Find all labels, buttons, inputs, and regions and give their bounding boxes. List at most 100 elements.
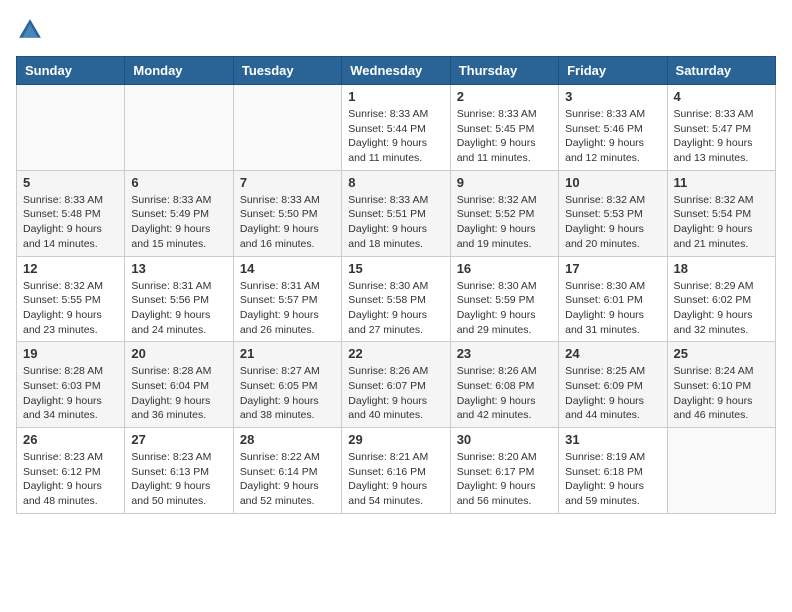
- calendar-cell: 11 Sunrise: 8:32 AM Sunset: 5:54 PM Dayli…: [667, 170, 775, 256]
- cell-sun-info: Sunrise: 8:23 AM Sunset: 6:12 PM Dayligh…: [23, 450, 118, 509]
- day-number: 31: [565, 432, 660, 447]
- day-header-saturday: Saturday: [667, 57, 775, 85]
- calendar-cell: 5 Sunrise: 8:33 AM Sunset: 5:48 PM Daylig…: [17, 170, 125, 256]
- day-number: 29: [348, 432, 443, 447]
- day-number: 20: [131, 346, 226, 361]
- calendar-cell: 17Sunrise: 8:30 AM Sunset: 6:01 PM Dayli…: [559, 256, 667, 342]
- cell-sun-info: Sunrise: 8:32 AM Sunset: 5:53 PM Dayligh…: [565, 193, 660, 252]
- cell-sun-info: Sunrise: 8:28 AM Sunset: 6:04 PM Dayligh…: [131, 364, 226, 423]
- cell-sun-info: Sunrise: 8:25 AM Sunset: 6:09 PM Dayligh…: [565, 364, 660, 423]
- day-number: 17: [565, 261, 660, 276]
- logo: [16, 16, 48, 44]
- day-number: 22: [348, 346, 443, 361]
- day-header-thursday: Thursday: [450, 57, 558, 85]
- cell-sun-info: Sunrise: 8:33 AM Sunset: 5:49 PM Dayligh…: [131, 193, 226, 252]
- day-number: 9: [457, 175, 552, 190]
- day-header-wednesday: Wednesday: [342, 57, 450, 85]
- calendar-cell: 1 Sunrise: 8:33 AM Sunset: 5:44 PM Daylig…: [342, 85, 450, 171]
- calendar-cell: 31Sunrise: 8:19 AM Sunset: 6:18 PM Dayli…: [559, 428, 667, 514]
- calendar-cell: 3 Sunrise: 8:33 AM Sunset: 5:46 PM Daylig…: [559, 85, 667, 171]
- day-header-friday: Friday: [559, 57, 667, 85]
- cell-sun-info: Sunrise: 8:30 AM Sunset: 5:59 PM Dayligh…: [457, 279, 552, 338]
- calendar-cell: [17, 85, 125, 171]
- day-number: 18: [674, 261, 769, 276]
- calendar-cell: 28 Sunrise: 8:22 AM Sunset: 6:14 PM Dayli…: [233, 428, 341, 514]
- cell-sun-info: Sunrise: 8:24 AM Sunset: 6:10 PM Dayligh…: [674, 364, 769, 423]
- day-number: 14: [240, 261, 335, 276]
- calendar-cell: 6 Sunrise: 8:33 AM Sunset: 5:49 PM Daylig…: [125, 170, 233, 256]
- page-header: [16, 16, 776, 44]
- day-number: 8: [348, 175, 443, 190]
- cell-sun-info: Sunrise: 8:32 AM Sunset: 5:54 PM Dayligh…: [674, 193, 769, 252]
- calendar-cell: 29 Sunrise: 8:21 AM Sunset: 6:16 PM Dayli…: [342, 428, 450, 514]
- calendar-cell: 20 Sunrise: 8:28 AM Sunset: 6:04 PM Dayli…: [125, 342, 233, 428]
- calendar-cell: 19 Sunrise: 8:28 AM Sunset: 6:03 PM Dayli…: [17, 342, 125, 428]
- calendar-cell: 15 Sunrise: 8:30 AM Sunset: 5:58 PM Dayli…: [342, 256, 450, 342]
- calendar-cell: [667, 428, 775, 514]
- cell-sun-info: Sunrise: 8:30 AM Sunset: 5:58 PM Dayligh…: [348, 279, 443, 338]
- calendar-cell: 12 Sunrise: 8:32 AM Sunset: 5:55 PM Dayli…: [17, 256, 125, 342]
- day-number: 27: [131, 432, 226, 447]
- day-header-tuesday: Tuesday: [233, 57, 341, 85]
- day-number: 15: [348, 261, 443, 276]
- calendar-cell: [233, 85, 341, 171]
- cell-sun-info: Sunrise: 8:21 AM Sunset: 6:16 PM Dayligh…: [348, 450, 443, 509]
- calendar-cell: 30 Sunrise: 8:20 AM Sunset: 6:17 PM Dayli…: [450, 428, 558, 514]
- calendar-cell: 4 Sunrise: 8:33 AM Sunset: 5:47 PM Daylig…: [667, 85, 775, 171]
- calendar-cell: 13 Sunrise: 8:31 AM Sunset: 5:56 PM Dayli…: [125, 256, 233, 342]
- calendar-cell: 22 Sunrise: 8:26 AM Sunset: 6:07 PM Dayli…: [342, 342, 450, 428]
- day-number: 5: [23, 175, 118, 190]
- week-row-5: 26 Sunrise: 8:23 AM Sunset: 6:12 PM Dayli…: [17, 428, 776, 514]
- day-number: 4: [674, 89, 769, 104]
- calendar-table: SundayMondayTuesdayWednesdayThursdayFrid…: [16, 56, 776, 514]
- cell-sun-info: Sunrise: 8:33 AM Sunset: 5:47 PM Dayligh…: [674, 107, 769, 166]
- cell-sun-info: Sunrise: 8:28 AM Sunset: 6:03 PM Dayligh…: [23, 364, 118, 423]
- day-number: 30: [457, 432, 552, 447]
- cell-sun-info: Sunrise: 8:33 AM Sunset: 5:45 PM Dayligh…: [457, 107, 552, 166]
- cell-sun-info: Sunrise: 8:23 AM Sunset: 6:13 PM Dayligh…: [131, 450, 226, 509]
- day-number: 13: [131, 261, 226, 276]
- day-number: 10: [565, 175, 660, 190]
- calendar-cell: 2Sunrise: 8:33 AM Sunset: 5:45 PM Daylig…: [450, 85, 558, 171]
- cell-sun-info: Sunrise: 8:27 AM Sunset: 6:05 PM Dayligh…: [240, 364, 335, 423]
- calendar-cell: 8 Sunrise: 8:33 AM Sunset: 5:51 PM Daylig…: [342, 170, 450, 256]
- day-number: 26: [23, 432, 118, 447]
- cell-sun-info: Sunrise: 8:26 AM Sunset: 6:07 PM Dayligh…: [348, 364, 443, 423]
- calendar-cell: 26 Sunrise: 8:23 AM Sunset: 6:12 PM Dayli…: [17, 428, 125, 514]
- cell-sun-info: Sunrise: 8:32 AM Sunset: 5:52 PM Dayligh…: [457, 193, 552, 252]
- week-row-1: 1 Sunrise: 8:33 AM Sunset: 5:44 PM Daylig…: [17, 85, 776, 171]
- day-number: 11: [674, 175, 769, 190]
- day-number: 6: [131, 175, 226, 190]
- cell-sun-info: Sunrise: 8:26 AM Sunset: 6:08 PM Dayligh…: [457, 364, 552, 423]
- day-number: 19: [23, 346, 118, 361]
- day-number: 24: [565, 346, 660, 361]
- cell-sun-info: Sunrise: 8:20 AM Sunset: 6:17 PM Dayligh…: [457, 450, 552, 509]
- day-number: 23: [457, 346, 552, 361]
- cell-sun-info: Sunrise: 8:32 AM Sunset: 5:55 PM Dayligh…: [23, 279, 118, 338]
- calendar-cell: 7Sunrise: 8:33 AM Sunset: 5:50 PM Daylig…: [233, 170, 341, 256]
- day-number: 21: [240, 346, 335, 361]
- cell-sun-info: Sunrise: 8:31 AM Sunset: 5:56 PM Dayligh…: [131, 279, 226, 338]
- day-number: 3: [565, 89, 660, 104]
- day-number: 16: [457, 261, 552, 276]
- day-header-sunday: Sunday: [17, 57, 125, 85]
- cell-sun-info: Sunrise: 8:33 AM Sunset: 5:48 PM Dayligh…: [23, 193, 118, 252]
- calendar-cell: 16 Sunrise: 8:30 AM Sunset: 5:59 PM Dayli…: [450, 256, 558, 342]
- calendar-cell: 21 Sunrise: 8:27 AM Sunset: 6:05 PM Dayli…: [233, 342, 341, 428]
- day-number: 28: [240, 432, 335, 447]
- logo-icon: [16, 16, 44, 44]
- calendar-cell: 10 Sunrise: 8:32 AM Sunset: 5:53 PM Dayli…: [559, 170, 667, 256]
- week-row-4: 19 Sunrise: 8:28 AM Sunset: 6:03 PM Dayli…: [17, 342, 776, 428]
- day-number: 1: [348, 89, 443, 104]
- cell-sun-info: Sunrise: 8:22 AM Sunset: 6:14 PM Dayligh…: [240, 450, 335, 509]
- cell-sun-info: Sunrise: 8:33 AM Sunset: 5:44 PM Dayligh…: [348, 107, 443, 166]
- day-number: 12: [23, 261, 118, 276]
- cell-sun-info: Sunrise: 8:33 AM Sunset: 5:51 PM Dayligh…: [348, 193, 443, 252]
- calendar-cell: 23 Sunrise: 8:26 AM Sunset: 6:08 PM Dayli…: [450, 342, 558, 428]
- week-row-3: 12 Sunrise: 8:32 AM Sunset: 5:55 PM Dayli…: [17, 256, 776, 342]
- calendar-cell: 18Sunrise: 8:29 AM Sunset: 6:02 PM Dayli…: [667, 256, 775, 342]
- cell-sun-info: Sunrise: 8:33 AM Sunset: 5:46 PM Dayligh…: [565, 107, 660, 166]
- calendar-cell: 27 Sunrise: 8:23 AM Sunset: 6:13 PM Dayli…: [125, 428, 233, 514]
- week-row-2: 5 Sunrise: 8:33 AM Sunset: 5:48 PM Daylig…: [17, 170, 776, 256]
- cell-sun-info: Sunrise: 8:33 AM Sunset: 5:50 PM Dayligh…: [240, 193, 335, 252]
